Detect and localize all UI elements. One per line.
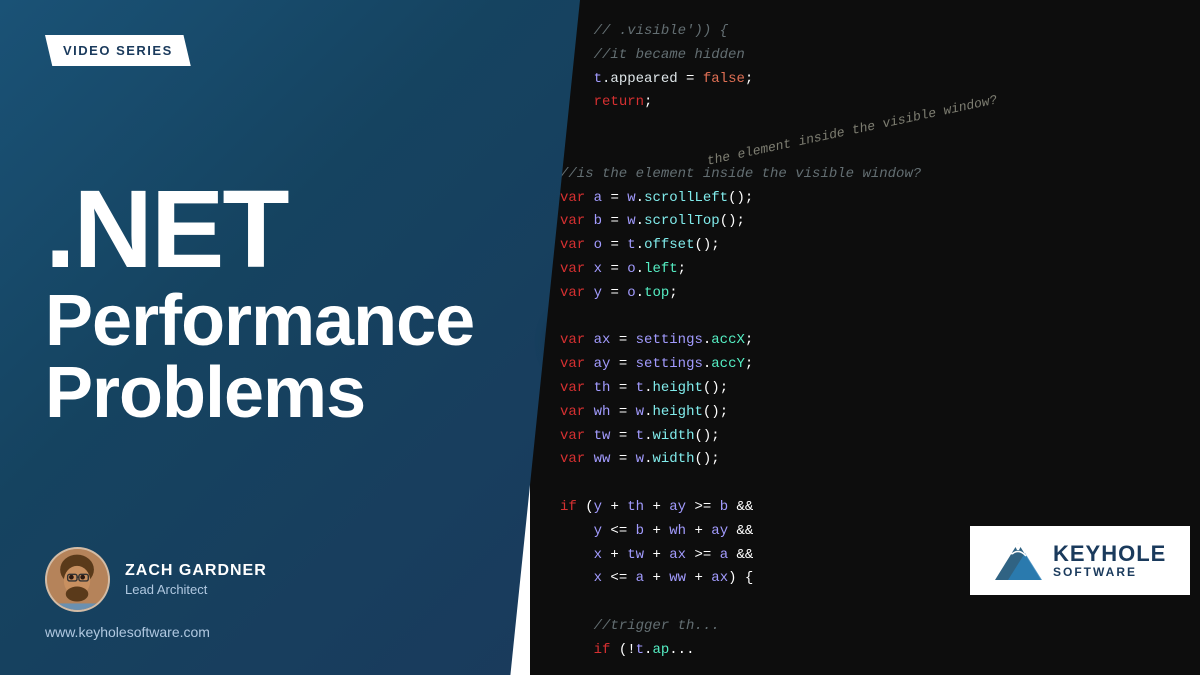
author-info: ZACH GARDNER Lead Architect xyxy=(125,562,535,597)
code-line: return; xyxy=(560,91,1170,115)
keyhole-software: SOFTWARE xyxy=(1053,566,1166,579)
keyhole-name: KEYHOLE xyxy=(1053,542,1166,566)
code-line: //trigger th... xyxy=(560,615,1170,639)
keyhole-logo: KEYHOLE SOFTWARE xyxy=(970,526,1190,595)
code-line: var o = t.offset(); xyxy=(560,234,1170,258)
right-panel: the element inside the visible window? /… xyxy=(530,0,1200,675)
code-line: var y = o.top; xyxy=(560,282,1170,306)
website-url: www.keyholesoftware.com xyxy=(45,624,535,640)
title-container: .NET Performance Problems xyxy=(45,76,535,527)
code-line: var x = o.left; xyxy=(560,258,1170,282)
keyhole-logo-icon xyxy=(990,538,1045,583)
title-dotnet: .NET xyxy=(45,175,535,285)
code-line xyxy=(560,472,1170,496)
code-line: var tw = t.width(); xyxy=(560,425,1170,449)
author-section: ZACH GARDNER Lead Architect xyxy=(45,547,535,612)
code-line: if (!t.ap... xyxy=(560,639,1170,663)
title-problems: Problems xyxy=(45,357,535,429)
avatar xyxy=(45,547,110,612)
code-line: var b = w.scrollTop(); xyxy=(560,210,1170,234)
code-line: var ax = settings.accX; xyxy=(560,329,1170,353)
left-panel: VIDEO SERIES .NET Performance Problems xyxy=(0,0,580,675)
keyhole-text: KEYHOLE SOFTWARE xyxy=(1053,542,1166,579)
code-line: var th = t.height(); xyxy=(560,377,1170,401)
code-line: //is the element inside the visible wind… xyxy=(560,163,1170,187)
code-line: //it became hidden xyxy=(560,44,1170,68)
title-performance: Performance xyxy=(45,285,535,357)
code-line: var ay = settings.accY; xyxy=(560,353,1170,377)
code-line: var ww = w.width(); xyxy=(560,448,1170,472)
code-line xyxy=(560,139,1170,163)
code-line xyxy=(560,306,1170,330)
code-line: if (y + th + ay >= b && xyxy=(560,496,1170,520)
author-role: Lead Architect xyxy=(125,582,535,597)
code-line: var a = w.scrollLeft(); xyxy=(560,187,1170,211)
author-name: ZACH GARDNER xyxy=(125,562,535,580)
badge-label: VIDEO SERIES xyxy=(63,43,173,58)
video-series-badge: VIDEO SERIES xyxy=(45,35,191,66)
code-line xyxy=(560,663,1170,675)
code-line: t.appeared = false; xyxy=(560,68,1170,92)
code-line: var wh = w.height(); xyxy=(560,401,1170,425)
code-line: // .visible')) { xyxy=(560,20,1170,44)
